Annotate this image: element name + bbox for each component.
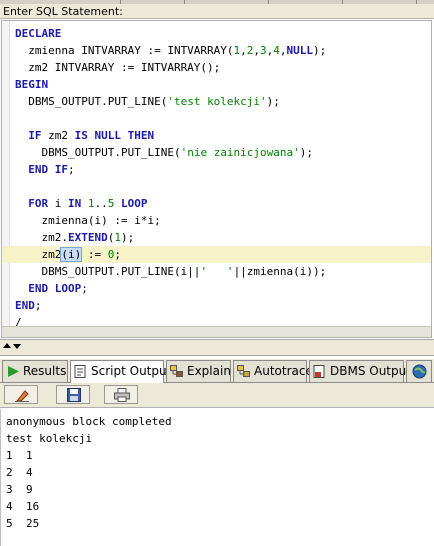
dbms-output-icon [313, 365, 325, 378]
eraser-icon [15, 390, 29, 402]
tab-dbms-output[interactable]: DBMS Output [309, 360, 411, 382]
tab-label: DBMS Output [330, 364, 411, 378]
output-index: 2 [6, 466, 13, 479]
collapse-down-icon[interactable] [13, 344, 21, 349]
output-value: 9 [26, 483, 33, 496]
output-index: 1 [6, 449, 13, 462]
code-line: zmienna(i) := i*i; [15, 214, 161, 227]
code-text: BEGIN [15, 78, 49, 91]
autotrace-icon [237, 365, 250, 377]
tab-explain[interactable]: Explain [166, 360, 231, 382]
run-arrow-icon [8, 366, 19, 377]
tab-script-output[interactable]: Script Output [70, 360, 171, 383]
output-line: anonymous block completed [6, 415, 172, 428]
tab-label: Script Output [91, 364, 172, 378]
current-code-line: zm2(i) := 0; [2, 246, 431, 263]
output-value: 25 [26, 517, 40, 530]
output-toolbar [0, 383, 434, 408]
script-output-icon [74, 365, 86, 378]
code-line: END IF; [28, 163, 75, 176]
output-row: 11 [1, 447, 434, 464]
sql-code[interactable]: DECLARE zmienna INTVARRAY := INTVARRAY(1… [2, 25, 431, 331]
save-disk-icon [67, 388, 81, 402]
horizontal-scrollbar[interactable] [2, 326, 431, 337]
output-row: 4 16 [1, 498, 434, 515]
print-icon [114, 388, 130, 402]
output-value: 4 [26, 466, 33, 479]
script-output-area[interactable]: anonymous block completed test kolekcji … [0, 409, 434, 546]
output-index: 4 [6, 500, 13, 513]
output-row: 5 25 [1, 515, 434, 532]
code-line: DBMS_OUTPUT.PUT_LINE('test kolekcji'); [15, 95, 280, 108]
output-row: 24 [1, 464, 434, 481]
code-line: BEGIN [2, 76, 431, 93]
code-line: END LOOP; [28, 282, 88, 295]
output-value: 16 [26, 500, 40, 513]
expand-up-icon[interactable] [3, 343, 11, 348]
code-line: DECLARE [2, 25, 431, 42]
code-line: IF zm2 IS NULL THEN [28, 129, 155, 142]
code-line: zm2 INTVARRAY := INTVARRAY(); [15, 61, 221, 74]
editor-label: Enter SQL Statement: [0, 4, 434, 19]
code-line: FOR i IN 1..5 LOOP [28, 197, 148, 210]
explain-plan-icon [170, 365, 183, 377]
tab-results[interactable]: Results [2, 360, 68, 382]
code-line: END; [15, 299, 42, 312]
tab-label: Results [23, 364, 67, 378]
save-output-button[interactable] [56, 385, 90, 404]
output-line: test kolekcji [6, 432, 93, 445]
output-tabs: Results Script Output Explain Autotrace … [0, 359, 434, 383]
globe-icon [412, 364, 427, 379]
output-index: 3 [6, 483, 13, 496]
output-row: 39 [1, 481, 434, 498]
tab-autotrace[interactable]: Autotrace [233, 360, 313, 382]
code-line: zmienna INTVARRAY := INTVARRAY(1,2,3,4,N… [15, 44, 327, 57]
sql-editor[interactable]: DECLARE zmienna INTVARRAY := INTVARRAY(1… [1, 20, 432, 338]
tab-label: Autotrace [254, 364, 313, 378]
pane-splitter[interactable] [0, 339, 434, 356]
code-line: DBMS_OUTPUT.PUT_LINE(i||' '||zmienna(i))… [15, 265, 327, 278]
code-line: zm2.EXTEND(1); [15, 231, 135, 244]
output-index: 5 [6, 517, 13, 530]
clear-output-button[interactable] [4, 385, 38, 404]
output-value: 1 [26, 449, 33, 462]
print-output-button[interactable] [104, 385, 138, 404]
code-text: DECLARE [15, 27, 62, 40]
tab-more[interactable] [406, 360, 432, 382]
code-line: DBMS_OUTPUT.PUT_LINE('nie zainicjowana')… [15, 146, 314, 159]
tab-label: Explain [187, 364, 231, 378]
